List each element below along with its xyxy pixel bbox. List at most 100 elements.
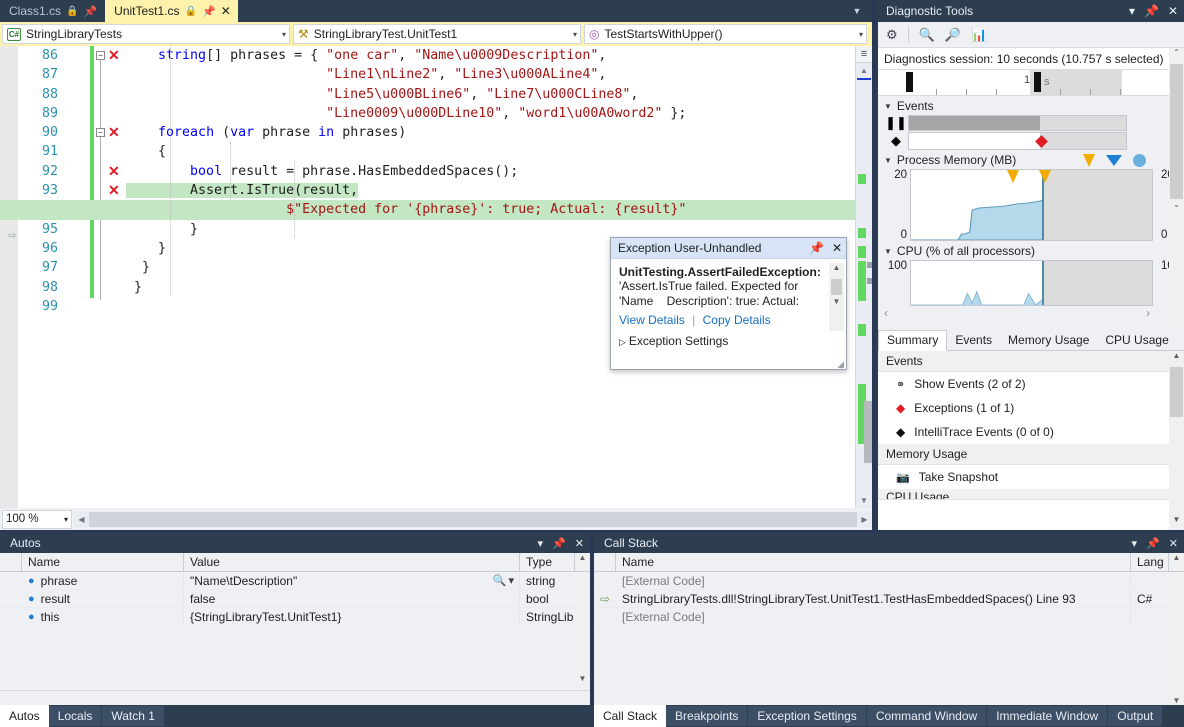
scroll-left-arrow-icon[interactable]: ◀ bbox=[74, 515, 89, 524]
timeline-end-marker[interactable] bbox=[1034, 72, 1041, 92]
scroll-up-arrow-icon[interactable]: ▲ bbox=[1169, 351, 1184, 366]
scroll-up-arrow-icon[interactable]: ▲ bbox=[1169, 553, 1184, 571]
tab-call-stack[interactable]: Call Stack bbox=[594, 705, 666, 727]
close-icon[interactable]: ✕ bbox=[832, 241, 842, 255]
events-section-header[interactable]: ▼ Events bbox=[878, 96, 1184, 115]
tab-summary[interactable]: Summary bbox=[878, 330, 947, 351]
tab-locals[interactable]: Locals bbox=[49, 706, 102, 726]
scrollbar-thumb[interactable] bbox=[831, 279, 842, 295]
pin-icon[interactable]: 📌 bbox=[1146, 537, 1160, 550]
pin-icon[interactable]: 📌 bbox=[552, 537, 566, 550]
code-line[interactable]: } bbox=[126, 241, 166, 256]
scrollbar-thumb[interactable] bbox=[89, 512, 857, 527]
navbar-member-dropdown[interactable]: ◎ TestStartsWithUpper() ▾ bbox=[584, 24, 867, 44]
code-line[interactable]: Assert.IsTrue(result, bbox=[126, 183, 358, 198]
exception-popup-scrollbar[interactable]: ▲ ▼ bbox=[829, 263, 844, 331]
chart-icon[interactable]: 📊 bbox=[971, 27, 987, 43]
stack-frame-name[interactable]: [External Code] bbox=[616, 574, 1131, 588]
breakpoint-error-column[interactable]: ✕ ✕ ✕ ✕ bbox=[108, 46, 126, 200]
stack-frame-name[interactable]: StringLibraryTests.dll!StringLibraryTest… bbox=[616, 592, 1131, 606]
column-header-value[interactable]: Value bbox=[184, 553, 520, 571]
error-x-icon[interactable]: ✕ bbox=[108, 47, 120, 63]
variable-value[interactable]: "Name\tDescription" bbox=[190, 574, 297, 588]
column-header-type[interactable]: Type bbox=[520, 553, 575, 571]
code-line[interactable]: string[] phrases = { "one car", "Name\u0… bbox=[126, 48, 606, 63]
error-x-icon[interactable]: ✕ bbox=[108, 124, 120, 140]
tab-watch-1[interactable]: Watch 1 bbox=[102, 706, 164, 726]
code-line[interactable]: } bbox=[126, 260, 150, 275]
zoom-out-icon[interactable]: 🔎 bbox=[945, 27, 961, 43]
code-line[interactable]: "Line0009\u000DLine10", "word1\u00A0word… bbox=[126, 106, 686, 121]
collapse-icon[interactable]: − bbox=[96, 51, 105, 60]
tab-memory-usage[interactable]: Memory Usage bbox=[1000, 331, 1097, 350]
chevron-down-icon[interactable]: ▾ bbox=[506, 574, 519, 587]
cpu-graph[interactable] bbox=[910, 260, 1153, 306]
string-visualizer-icon[interactable]: 🔍 bbox=[493, 574, 507, 587]
pin-icon[interactable]: 📌 bbox=[1144, 4, 1159, 18]
error-marker-row[interactable]: ✕ bbox=[108, 162, 126, 181]
chevron-down-icon[interactable]: ▾ bbox=[1132, 537, 1138, 550]
autos-horizontal-scrollbar[interactable] bbox=[0, 690, 590, 705]
column-header-name[interactable]: Name bbox=[22, 553, 184, 571]
tab-immediate-window[interactable]: Immediate Window bbox=[987, 706, 1107, 726]
process-memory-graph[interactable] bbox=[910, 169, 1153, 241]
scrollbar-thumb[interactable] bbox=[864, 401, 872, 463]
scroll-down-arrow-icon[interactable]: ⌄ bbox=[1169, 200, 1184, 215]
close-icon[interactable]: ✕ bbox=[575, 537, 584, 550]
close-icon[interactable]: ✕ bbox=[221, 5, 231, 17]
code-line[interactable]: "Line1\nLine2", "Line3\u000ALine4", bbox=[126, 67, 606, 82]
error-x-icon[interactable]: ✕ bbox=[108, 182, 120, 198]
scroll-down-arrow-icon[interactable]: ▼ bbox=[856, 493, 872, 508]
table-row[interactable]: ● phrase "Name\tDescription" 🔍 ▾ string bbox=[0, 572, 590, 590]
code-line[interactable]: { bbox=[126, 144, 166, 159]
scroll-down-arrow-icon[interactable]: ▼ bbox=[575, 674, 590, 683]
summary-scrollbar[interactable]: ▲ ▼ bbox=[1169, 351, 1184, 530]
table-row[interactable]: ⇨ StringLibraryTests.dll!StringLibraryTe… bbox=[594, 590, 1184, 608]
variable-value[interactable]: false bbox=[184, 592, 520, 606]
cpu-section-header[interactable]: ▼ CPU (% of all processors) bbox=[878, 241, 1184, 260]
code-line[interactable]: $"Expected for '{phrase}': true; Actual:… bbox=[126, 202, 686, 217]
tab-cpu-usage[interactable]: CPU Usage bbox=[1097, 331, 1176, 350]
table-row[interactable]: ● this {StringLibraryTest.UnitTest1} Str… bbox=[0, 608, 590, 626]
scroll-down-arrow-icon[interactable]: ▼ bbox=[829, 297, 844, 311]
navbar-project-dropdown[interactable]: C# StringLibraryTests ▾ bbox=[2, 24, 290, 44]
tab-command-window[interactable]: Command Window bbox=[867, 706, 986, 726]
chevron-down-icon[interactable]: ▾ bbox=[538, 537, 544, 550]
split-view-icon[interactable]: ≡ bbox=[856, 46, 872, 63]
code-line[interactable]: } bbox=[126, 280, 142, 295]
error-marker-row[interactable]: ✕ bbox=[108, 46, 126, 65]
process-memory-section-header[interactable]: ▼ Process Memory (MB) bbox=[878, 150, 1184, 169]
scrollbar-thumb[interactable] bbox=[1170, 367, 1183, 417]
variable-value[interactable]: {StringLibraryTest.UnitTest1} bbox=[184, 610, 520, 624]
editor-vertical-scrollbar[interactable]: ≡ ▲ ▼ bbox=[855, 46, 872, 508]
zoom-level-dropdown[interactable]: 100 % ▾ bbox=[2, 510, 72, 529]
chevron-down-icon[interactable]: ▾ bbox=[1129, 4, 1135, 18]
gear-icon[interactable]: ⚙ bbox=[886, 27, 898, 43]
table-row[interactable]: [External Code] bbox=[594, 572, 1184, 590]
table-row[interactable]: ● result false bool bbox=[0, 590, 590, 608]
diagnostics-timeline-ruler[interactable]: 1 s bbox=[878, 70, 1184, 96]
editor-horizontal-scrollbar[interactable]: ◀ ▶ bbox=[74, 511, 872, 528]
events-pause-graph[interactable] bbox=[908, 115, 1127, 131]
pin-icon[interactable]: 📌 bbox=[202, 5, 216, 18]
column-header-language[interactable]: Lang bbox=[1131, 553, 1169, 571]
call-stack-scrollbar[interactable]: ▼ bbox=[1169, 572, 1184, 705]
tab-breakpoints[interactable]: Breakpoints bbox=[666, 706, 747, 726]
autos-scrollbar[interactable]: ▼ bbox=[575, 572, 590, 683]
pager-left-arrow-icon[interactable]: ‹ bbox=[884, 306, 888, 320]
scroll-down-arrow-icon[interactable]: ▼ bbox=[1169, 696, 1184, 705]
scrollbar-thumb[interactable] bbox=[1170, 64, 1183, 199]
summary-item-intellitrace[interactable]: ◆ IntelliTrace Events (0 of 0) bbox=[878, 420, 1184, 444]
copy-details-link[interactable]: Copy Details bbox=[703, 313, 771, 327]
diagnostics-vertical-scrollbar[interactable]: ⌃ ⌄ bbox=[1169, 48, 1184, 330]
error-x-icon[interactable]: ✕ bbox=[108, 163, 120, 179]
timeline-start-marker[interactable] bbox=[906, 72, 913, 92]
tab-class1-cs[interactable]: Class1.cs 🔒 📌 bbox=[0, 0, 105, 22]
tab-list-dropdown-icon[interactable]: ▼ bbox=[842, 0, 872, 22]
events-exception-graph[interactable] bbox=[908, 132, 1127, 150]
tab-events[interactable]: Events bbox=[947, 331, 1000, 350]
scroll-up-arrow-icon[interactable]: ▲ bbox=[575, 553, 590, 571]
scroll-down-arrow-icon[interactable]: ▼ bbox=[1169, 515, 1184, 530]
column-header-name[interactable]: Name bbox=[616, 553, 1131, 571]
error-marker-row[interactable]: ✕ bbox=[108, 123, 126, 142]
